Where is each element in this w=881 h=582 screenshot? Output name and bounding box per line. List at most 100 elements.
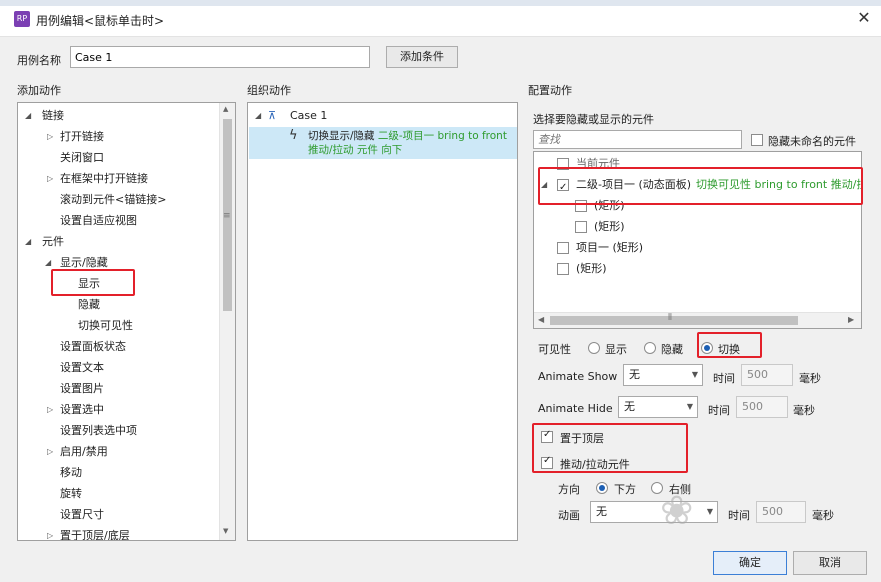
widget-tree-hscrollbar[interactable]: ◀ ⦀ ▶ bbox=[534, 312, 861, 328]
checkbox-panel[interactable] bbox=[557, 177, 569, 198]
tree-item-list-selected[interactable]: 设置列表选中项 bbox=[18, 420, 218, 441]
checkbox-box[interactable] bbox=[541, 429, 553, 443]
radio-toggle[interactable] bbox=[701, 341, 713, 354]
configure-action-header: 配置动作 bbox=[528, 84, 572, 97]
widget-label: 当前元件 bbox=[576, 157, 620, 170]
tree-label: 滚动到元件<锚链接> bbox=[60, 193, 167, 206]
tree-item-open-in-frame[interactable]: ▷ 在框架中打开链接 bbox=[18, 168, 218, 189]
direction-label: 方向 bbox=[558, 483, 580, 496]
ms-label: 毫秒 bbox=[812, 509, 834, 522]
tree-item-enable-disable[interactable]: ▷ 启用/禁用 bbox=[18, 441, 218, 462]
radio-show[interactable] bbox=[588, 341, 600, 354]
scroll-up-icon[interactable]: ▲ bbox=[223, 105, 228, 113]
tree-group-show-hide[interactable]: ◢ 显示/隐藏 bbox=[18, 252, 218, 273]
animate-hide-select[interactable]: 无 ▼ bbox=[618, 396, 698, 418]
push-pull-checkbox[interactable] bbox=[541, 455, 553, 469]
tree-group-links[interactable]: ◢ 链接 bbox=[18, 105, 218, 126]
widget-search-input[interactable] bbox=[533, 130, 742, 149]
checkbox-rect-1[interactable] bbox=[575, 200, 587, 212]
tree-item-panel-state[interactable]: 设置面板状态 bbox=[18, 336, 218, 357]
widget-row-rect-3[interactable]: (矩形) bbox=[534, 258, 854, 279]
bring-to-top-checkbox[interactable] bbox=[541, 429, 553, 443]
tree-label: 设置列表选中项 bbox=[60, 424, 137, 437]
cancel-button[interactable]: 取消 bbox=[793, 551, 867, 575]
push-pull-label: 推动/拉动元件 bbox=[560, 458, 630, 471]
hscrollbar-thumb[interactable] bbox=[550, 316, 798, 325]
case-label: Case 1 bbox=[290, 109, 328, 122]
widget-row-rect-1[interactable]: (矩形) bbox=[534, 195, 854, 216]
tree-item-hide[interactable]: 隐藏 bbox=[18, 294, 218, 315]
organize-action-header: 组织动作 bbox=[247, 84, 291, 97]
close-icon[interactable]: ✕ bbox=[855, 8, 873, 28]
widget-tree: 当前元件 ◢ 二级-项目一 (动态面板) 切换可见性 bring to fron… bbox=[533, 151, 862, 329]
add-action-header: 添加动作 bbox=[17, 84, 61, 97]
tree-item-move[interactable]: 移动 bbox=[18, 462, 218, 483]
tree-item-toggle-visibility[interactable]: 切换可见性 bbox=[18, 315, 218, 336]
tree-group-widgets[interactable]: ◢ 元件 bbox=[18, 231, 218, 252]
scroll-right-icon[interactable]: ▶ bbox=[848, 315, 854, 324]
tree-label: 链接 bbox=[42, 109, 64, 122]
tree-label: 元件 bbox=[42, 235, 64, 248]
widget-row-rect-2[interactable]: (矩形) bbox=[534, 216, 854, 237]
tree-label: 旋转 bbox=[60, 487, 82, 500]
case-name-input[interactable] bbox=[70, 46, 370, 68]
animation-time-input[interactable]: 500 bbox=[756, 501, 806, 523]
tree-item-set-size[interactable]: 设置尺寸 bbox=[18, 504, 218, 525]
widget-row-item-one[interactable]: 项目一 (矩形) bbox=[534, 237, 854, 258]
checkbox-current[interactable] bbox=[557, 158, 569, 170]
tree-item-bring-front-back[interactable]: ▷ 置于顶层/底层 bbox=[18, 525, 218, 540]
tree-label: 打开链接 bbox=[60, 130, 104, 143]
scroll-down-icon[interactable]: ▼ bbox=[223, 527, 228, 535]
chevron-down-icon: ▼ bbox=[691, 370, 698, 379]
tree-item-close-window[interactable]: 关闭窗口 bbox=[18, 147, 218, 168]
tree-item-open-link[interactable]: ▷ 打开链接 bbox=[18, 126, 218, 147]
scroll-left-icon[interactable]: ◀ bbox=[538, 315, 544, 324]
radio-show-label: 显示 bbox=[605, 343, 627, 356]
checkbox-rect-2[interactable] bbox=[575, 221, 587, 233]
radio-hide[interactable] bbox=[644, 341, 656, 354]
animation-select[interactable]: 无 ▼ bbox=[590, 501, 718, 523]
visibility-label: 可见性 bbox=[538, 343, 571, 356]
radio-direction-below[interactable] bbox=[596, 481, 608, 494]
tree-item-set-selected[interactable]: ▷ 设置选中 bbox=[18, 399, 218, 420]
tree-item-set-image[interactable]: 设置图片 bbox=[18, 378, 218, 399]
action-row-selected[interactable]: ϟ 切换显示/隐藏 二级-项目一 bring to front 推动/拉动 元件… bbox=[249, 127, 517, 159]
tree-item-scroll-to[interactable]: 滚动到元件<锚链接> bbox=[18, 189, 218, 210]
add-tree-scrollbar[interactable]: ▲ ≡ ▼ bbox=[219, 103, 235, 540]
animate-show-select[interactable]: 无 ▼ bbox=[623, 364, 703, 386]
hide-unnamed-checkbox[interactable] bbox=[751, 133, 763, 146]
widget-label: (矩形) bbox=[594, 220, 625, 233]
tree-item-adaptive-view[interactable]: 设置自适应视图 bbox=[18, 210, 218, 231]
ok-button[interactable]: 确定 bbox=[713, 551, 787, 575]
radio-circle[interactable] bbox=[588, 342, 600, 354]
tree-label: 隐藏 bbox=[78, 298, 100, 311]
tree-item-set-text[interactable]: 设置文本 bbox=[18, 357, 218, 378]
tree-item-show[interactable]: 显示 bbox=[18, 273, 218, 294]
checkbox-rect-3[interactable] bbox=[557, 263, 569, 275]
bring-to-top-label: 置于顶层 bbox=[560, 432, 604, 445]
radio-circle[interactable] bbox=[644, 342, 656, 354]
direction-below-label: 下方 bbox=[614, 483, 636, 496]
radio-circle[interactable] bbox=[596, 482, 608, 494]
time-label: 时间 bbox=[708, 404, 730, 417]
checkbox-box[interactable] bbox=[541, 455, 553, 469]
tree-label: 启用/禁用 bbox=[60, 445, 108, 458]
animate-show-label: Animate Show bbox=[538, 370, 618, 383]
window-title: 用例编辑<鼠标单击时> bbox=[36, 14, 165, 28]
animate-hide-time-input[interactable]: 500 bbox=[736, 396, 788, 418]
checkbox-item-one[interactable] bbox=[557, 242, 569, 254]
widget-row-panel[interactable]: ◢ 二级-项目一 (动态面板) 切换可见性 bring to front 推动/… bbox=[534, 174, 861, 198]
widget-row-current[interactable]: 当前元件 bbox=[534, 153, 854, 174]
action-detail-1: 二级-项目一 bring to front bbox=[377, 130, 507, 142]
tree-item-rotate[interactable]: 旋转 bbox=[18, 483, 218, 504]
checkbox-box[interactable] bbox=[751, 134, 763, 146]
case-name-label: 用例名称 bbox=[17, 54, 61, 67]
radio-circle[interactable] bbox=[701, 342, 713, 354]
select-value: 无 bbox=[624, 400, 635, 413]
time-label: 时间 bbox=[713, 372, 735, 385]
add-condition-button[interactable]: 添加条件 bbox=[386, 46, 458, 68]
select-value: 无 bbox=[629, 368, 640, 381]
case-node[interactable]: ◢ ⊼ Case 1 bbox=[248, 105, 508, 126]
animate-show-time-input[interactable]: 500 bbox=[741, 364, 793, 386]
tree-label: 显示/隐藏 bbox=[60, 256, 108, 269]
